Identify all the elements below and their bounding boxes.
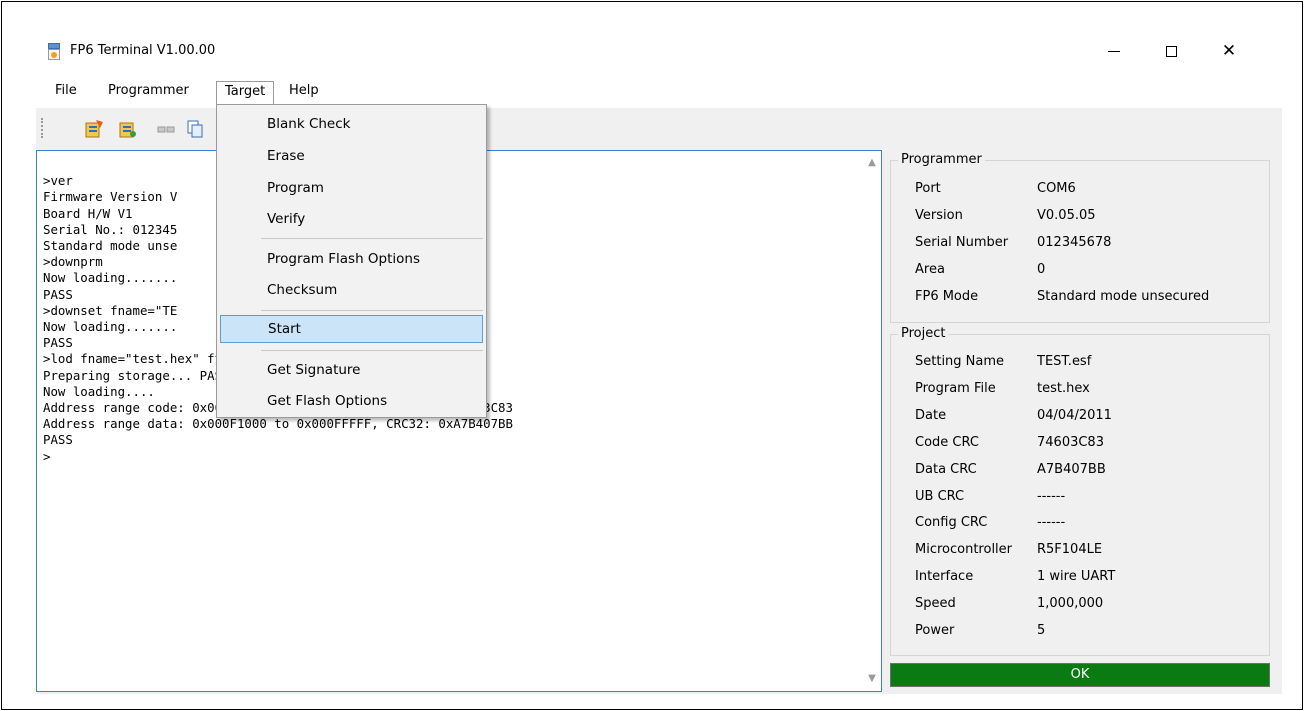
project-field-key: Speed (915, 596, 956, 612)
menu-help[interactable]: Help (281, 81, 327, 103)
menu-bar: File Programmer Target Help (36, 78, 1282, 105)
connect-icon[interactable] (157, 120, 175, 138)
maximize-icon (1166, 46, 1177, 57)
project-field-key: Data CRC (915, 461, 977, 477)
project-field-key: Microcontroller (915, 542, 1013, 558)
menu-separator (261, 310, 483, 311)
window-title: FP6 Terminal V1.00.00 (70, 43, 216, 58)
project-field-value: 74603C83 (1037, 434, 1104, 450)
minimize-icon (1108, 51, 1120, 52)
project-field-value: ------ (1037, 488, 1066, 504)
project-field-value: test.hex (1037, 380, 1090, 396)
project-field-key: UB CRC (915, 488, 965, 504)
project-field-value: 5 (1037, 623, 1046, 638)
close-icon: ✕ (1221, 41, 1237, 61)
open-setting-icon[interactable] (85, 120, 103, 138)
menu-separator (261, 238, 483, 239)
toolbar-grip[interactable] (41, 118, 43, 138)
scroll-down-icon[interactable]: ▼ (863, 670, 881, 688)
menu-target[interactable]: Target (216, 81, 275, 105)
programmer-field-key: Serial Number (915, 235, 1009, 250)
programmer-field-value: COM6 (1037, 181, 1076, 196)
status-indicator: OK (890, 663, 1270, 687)
menu-file[interactable]: File (47, 81, 85, 103)
programmer-field-key: Area (915, 262, 945, 277)
project-field-value: A7B407BB (1037, 461, 1106, 477)
programmer-group-title: Programmer (898, 152, 985, 167)
programmer-field-key: Port (915, 181, 941, 196)
save-setting-icon[interactable] (119, 120, 137, 138)
programmer-field-value: 0 (1037, 262, 1046, 277)
project-group: Project Setting Name TEST.esf Program File… (890, 326, 1270, 656)
programmer-group: Programmer Port COM6 Version V0.05.05 Serial… (890, 152, 1270, 323)
menu-item-get-flash-options[interactable]: Get Flash Options (220, 387, 483, 415)
project-field-key: Code CRC (915, 434, 979, 450)
menu-item-program-flash-options[interactable]: Program Flash Options (220, 245, 483, 273)
programmer-field-key: Version (915, 208, 963, 223)
menu-separator (261, 350, 483, 351)
menu-item-verify[interactable]: Verify (220, 205, 483, 233)
programmer-field-value: 012345678 (1037, 235, 1112, 250)
programmer-field-key: FP6 Mode (915, 289, 979, 304)
project-field-key: Date (915, 407, 947, 423)
project-field-value: TEST.esf (1037, 354, 1092, 369)
menu-item-erase[interactable]: Erase (220, 142, 483, 170)
copy-icon[interactable] (186, 120, 204, 138)
target-dropdown-menu: Blank Check Erase Program Verify Program… (216, 104, 487, 418)
programmer-field-value: Standard mode unsecured (1037, 289, 1210, 304)
menu-item-start[interactable]: Start (220, 315, 483, 343)
project-field-value: R5F104LE (1037, 542, 1103, 558)
minimize-button[interactable] (1091, 36, 1137, 68)
project-field-key: Program File (915, 380, 996, 396)
console-scrollbar[interactable]: ▲ ▼ (863, 151, 881, 691)
title-bar: FP6 Terminal V1.00.00 ✕ (36, 36, 1266, 68)
project-field-value: 1 wire UART (1037, 569, 1116, 585)
project-field-value: ------ (1037, 515, 1066, 531)
menu-programmer[interactable]: Programmer (100, 81, 197, 103)
app-icon (48, 43, 60, 60)
menu-item-checksum[interactable]: Checksum (220, 276, 483, 304)
project-field-key: Power (915, 623, 955, 638)
menu-item-get-signature[interactable]: Get Signature (220, 356, 483, 384)
menu-item-blank-check[interactable]: Blank Check (220, 110, 483, 138)
project-field-value: 04/04/2011 (1037, 407, 1112, 423)
project-field-value: 1,000,000 (1037, 596, 1104, 612)
app-window: FP6 Terminal V1.00.00 ✕ File Programmer … (1, 1, 1303, 710)
programmer-field-value: V0.05.05 (1037, 208, 1096, 223)
menu-item-program[interactable]: Program (220, 174, 483, 202)
project-field-key: Setting Name (915, 354, 1005, 369)
maximize-button[interactable] (1149, 36, 1195, 68)
scroll-up-icon[interactable]: ▲ (863, 154, 881, 172)
project-field-key: Config CRC (915, 515, 988, 531)
close-button[interactable]: ✕ (1206, 36, 1252, 68)
project-group-title: Project (898, 326, 949, 341)
project-field-key: Interface (915, 569, 974, 585)
